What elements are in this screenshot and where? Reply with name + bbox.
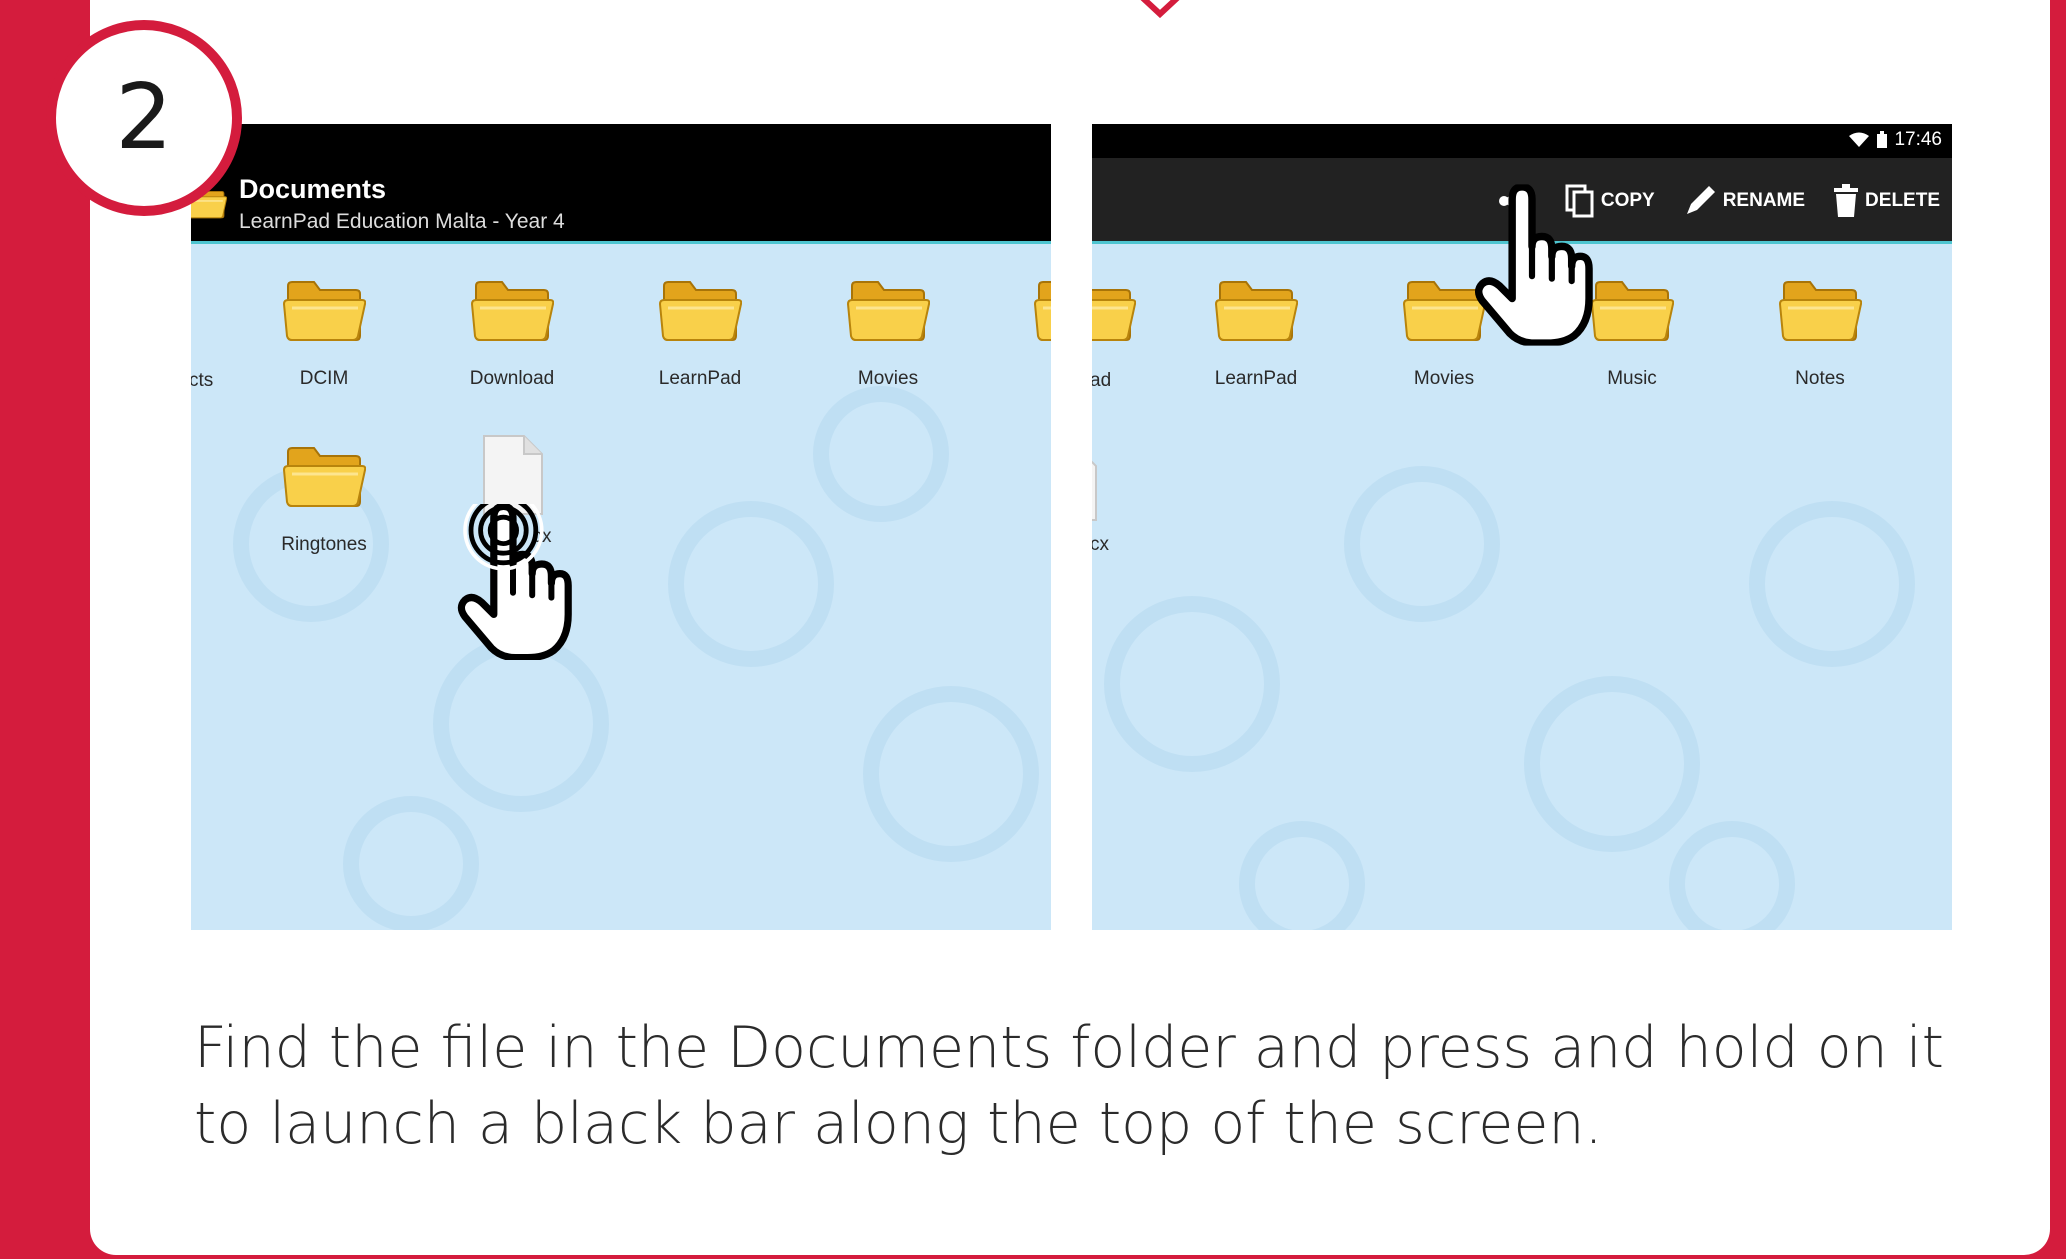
folder-label: DCIM	[299, 368, 349, 389]
folder-label: Movies	[1413, 368, 1475, 389]
folder-icon	[282, 274, 366, 346]
delete-button[interactable]: DELETE	[1833, 184, 1940, 218]
folder-item-download[interactable]: Download	[437, 274, 587, 390]
chevron-down-icon	[1140, 0, 1180, 18]
folder-icon	[1778, 274, 1862, 346]
right-screenshot: 17:46 COPY RENAME DELETE ad LearnPad Mov…	[1092, 124, 1952, 930]
tap-hand-icon	[1470, 184, 1594, 346]
folder-item-partial[interactable]: ad	[1092, 276, 1150, 392]
rename-label: RENAME	[1722, 190, 1806, 211]
pencil-icon	[1686, 186, 1715, 214]
folder-item-movies[interactable]: Movies	[813, 274, 963, 390]
action-bar-subtitle: LearnPad Education Malta - Year 4	[239, 210, 565, 233]
folder-item-ringtones[interactable]: Ringtones	[249, 440, 399, 556]
instruction-caption: Find the file in the Documents folder an…	[194, 1015, 1945, 1157]
screenshot-divider	[1051, 124, 1092, 930]
action-bar: Documents LearnPad Education Malta - Yea…	[191, 124, 1051, 244]
folder-icon	[470, 274, 554, 346]
step-number-badge: 2	[46, 20, 242, 216]
delete-label: DELETE	[1865, 190, 1940, 211]
folder-icon	[658, 274, 742, 346]
wifi-icon	[1849, 132, 1870, 147]
folder-label: ad	[1092, 370, 1112, 391]
folder-item-learnpad[interactable]: LearnPad	[1181, 274, 1331, 390]
folder-item-dcim[interactable]: DCIM	[249, 274, 399, 390]
status-time: 17:46	[1894, 129, 1942, 150]
folder-item-partial[interactable]: cts	[191, 276, 249, 392]
copy-label: COPY	[1600, 190, 1655, 211]
folder-item-learnpad[interactable]: LearnPad	[625, 274, 775, 390]
folder-label: Download	[469, 368, 555, 389]
trash-icon	[1834, 184, 1859, 217]
file-item-partial[interactable]: cx	[1092, 440, 1150, 556]
folder-label: cts	[191, 370, 214, 391]
folder-item-notes[interactable]: Notes	[1745, 274, 1895, 390]
folder-label: LearnPad	[658, 368, 742, 389]
folder-icon	[1033, 274, 1051, 346]
folder-label: Ringtones	[281, 534, 367, 555]
press-and-hold-hand-icon	[453, 504, 573, 660]
folder-label: Movies	[857, 368, 919, 389]
rename-button[interactable]: RENAME	[1683, 184, 1805, 218]
status-bar: 17:46	[1092, 124, 1952, 158]
battery-icon	[1877, 131, 1888, 148]
action-bar-title: Documents	[239, 174, 387, 204]
file-label: cx	[1092, 534, 1109, 555]
folder-icon	[282, 440, 366, 512]
folder-icon	[846, 274, 930, 346]
folder-icon	[1590, 274, 1674, 346]
step-number: 2	[115, 65, 173, 170]
folder-label: Notes	[1795, 368, 1845, 389]
folder-label: Music	[1607, 368, 1657, 389]
left-screenshot: Documents LearnPad Education Malta - Yea…	[191, 124, 1051, 930]
folder-label: LearnPad	[1214, 368, 1298, 389]
folder-icon	[1214, 274, 1298, 346]
